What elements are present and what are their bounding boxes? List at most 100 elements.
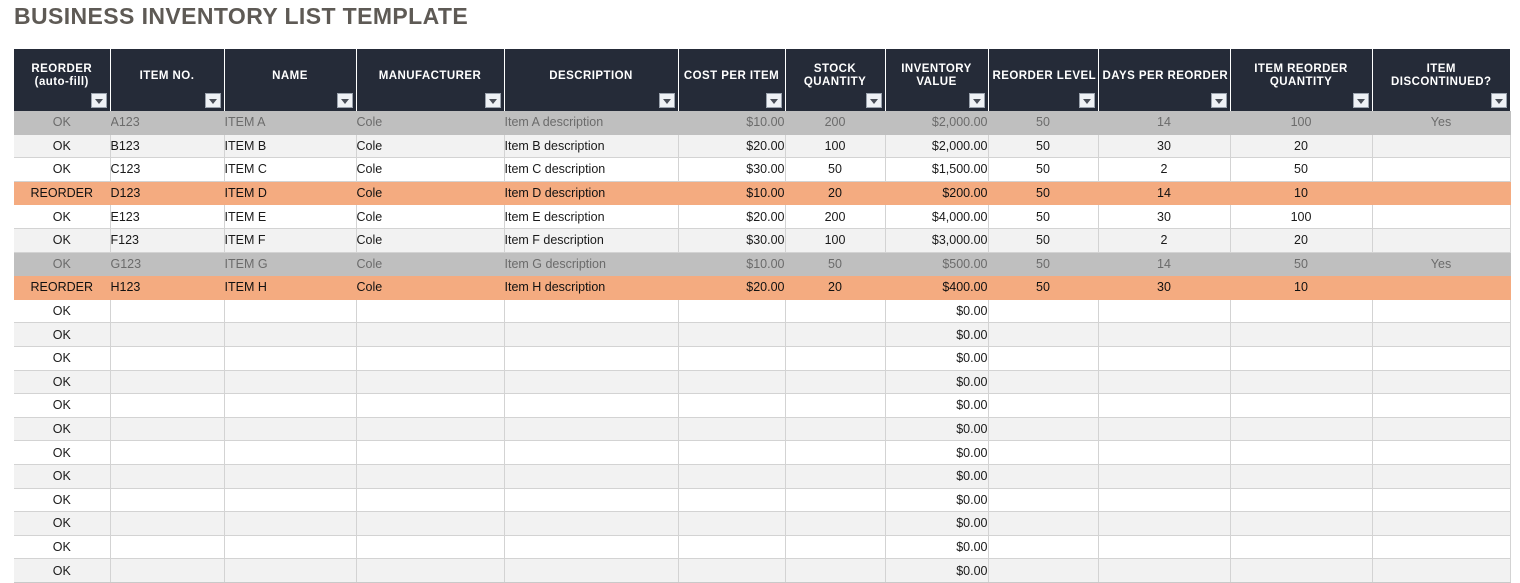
cell-name[interactable]: ITEM F bbox=[224, 228, 357, 253]
cell-description[interactable]: Item C description bbox=[504, 157, 679, 182]
cell-stock_quantity[interactable]: 50 bbox=[785, 157, 886, 182]
cell-inventory_value[interactable]: $3,000.00 bbox=[885, 228, 989, 253]
cell-item_reorder_quantity[interactable]: 50 bbox=[1230, 252, 1373, 277]
cell-cost_per_item[interactable] bbox=[678, 535, 786, 560]
cell-manufacturer[interactable] bbox=[356, 535, 505, 560]
cell-stock_quantity[interactable] bbox=[785, 488, 886, 513]
table-row[interactable]: OK $0.00 bbox=[14, 370, 1511, 395]
filter-dropdown-icon[interactable] bbox=[658, 93, 675, 108]
cell-cost_per_item[interactable] bbox=[678, 393, 786, 418]
filter-dropdown-icon[interactable] bbox=[336, 93, 353, 108]
table-row[interactable]: OK $0.00 bbox=[14, 535, 1511, 560]
table-row[interactable]: OK B123 ITEM B Cole Item B description $20.00… bbox=[14, 134, 1511, 159]
cell-reorder_level[interactable] bbox=[988, 299, 1099, 324]
cell-cost_per_item[interactable]: $10.00 bbox=[678, 252, 786, 277]
cell-stock_quantity[interactable] bbox=[785, 393, 886, 418]
cell-description[interactable]: Item D description bbox=[504, 181, 679, 206]
cell-description[interactable] bbox=[504, 440, 679, 465]
cell-item_discontinued[interactable] bbox=[1372, 228, 1511, 253]
cell-reorder[interactable]: OK bbox=[14, 346, 111, 371]
cell-name[interactable] bbox=[224, 299, 357, 324]
cell-item_discontinued[interactable] bbox=[1372, 393, 1511, 418]
cell-inventory_value[interactable]: $0.00 bbox=[885, 370, 989, 395]
cell-item_reorder_quantity[interactable] bbox=[1230, 488, 1373, 513]
cell-item_no[interactable] bbox=[110, 440, 225, 465]
cell-name[interactable] bbox=[224, 511, 357, 536]
cell-manufacturer[interactable] bbox=[356, 370, 505, 395]
cell-name[interactable]: ITEM B bbox=[224, 134, 357, 159]
cell-item_discontinued[interactable] bbox=[1372, 464, 1511, 489]
cell-reorder[interactable]: OK bbox=[14, 299, 111, 324]
cell-days_per_reorder[interactable]: 30 bbox=[1098, 134, 1231, 159]
cell-reorder_level[interactable]: 50 bbox=[988, 228, 1099, 253]
cell-item_no[interactable] bbox=[110, 511, 225, 536]
cell-item_reorder_quantity[interactable] bbox=[1230, 370, 1373, 395]
cell-item_no[interactable] bbox=[110, 346, 225, 371]
cell-days_per_reorder[interactable] bbox=[1098, 322, 1231, 347]
filter-dropdown-icon[interactable] bbox=[968, 93, 985, 108]
table-row[interactable]: OK $0.00 bbox=[14, 511, 1511, 536]
cell-item_no[interactable] bbox=[110, 535, 225, 560]
cell-manufacturer[interactable]: Cole bbox=[356, 157, 505, 182]
table-row[interactable]: OK $0.00 bbox=[14, 440, 1511, 465]
cell-manufacturer[interactable] bbox=[356, 558, 505, 583]
cell-item_no[interactable]: H123 bbox=[110, 275, 225, 300]
cell-item_reorder_quantity[interactable] bbox=[1230, 535, 1373, 560]
cell-inventory_value[interactable]: $0.00 bbox=[885, 322, 989, 347]
cell-stock_quantity[interactable] bbox=[785, 346, 886, 371]
filter-dropdown-icon[interactable] bbox=[484, 93, 501, 108]
cell-stock_quantity[interactable] bbox=[785, 464, 886, 489]
cell-item_no[interactable] bbox=[110, 488, 225, 513]
cell-item_reorder_quantity[interactable]: 50 bbox=[1230, 157, 1373, 182]
cell-days_per_reorder[interactable]: 2 bbox=[1098, 228, 1231, 253]
cell-description[interactable]: Item A description bbox=[504, 111, 679, 135]
cell-name[interactable]: ITEM E bbox=[224, 204, 357, 229]
table-row[interactable]: OK G123 ITEM G Cole Item G description $10.00… bbox=[14, 252, 1511, 277]
cell-cost_per_item[interactable] bbox=[678, 558, 786, 583]
cell-cost_per_item[interactable] bbox=[678, 464, 786, 489]
cell-item_reorder_quantity[interactable] bbox=[1230, 511, 1373, 536]
cell-reorder[interactable]: OK bbox=[14, 228, 111, 253]
cell-item_discontinued[interactable] bbox=[1372, 181, 1511, 206]
cell-stock_quantity[interactable]: 200 bbox=[785, 111, 886, 135]
cell-days_per_reorder[interactable]: 14 bbox=[1098, 111, 1231, 135]
cell-manufacturer[interactable]: Cole bbox=[356, 228, 505, 253]
cell-reorder_level[interactable]: 50 bbox=[988, 134, 1099, 159]
cell-item_no[interactable]: E123 bbox=[110, 204, 225, 229]
cell-days_per_reorder[interactable] bbox=[1098, 511, 1231, 536]
cell-description[interactable] bbox=[504, 393, 679, 418]
cell-stock_quantity[interactable] bbox=[785, 558, 886, 583]
cell-days_per_reorder[interactable]: 30 bbox=[1098, 204, 1231, 229]
cell-reorder_level[interactable]: 50 bbox=[988, 111, 1099, 135]
filter-dropdown-icon[interactable] bbox=[1078, 93, 1095, 108]
cell-manufacturer[interactable]: Cole bbox=[356, 111, 505, 135]
cell-cost_per_item[interactable]: $10.00 bbox=[678, 111, 786, 135]
cell-item_no[interactable] bbox=[110, 322, 225, 347]
cell-reorder[interactable]: REORDER bbox=[14, 181, 111, 206]
cell-reorder[interactable]: OK bbox=[14, 535, 111, 560]
cell-manufacturer[interactable]: Cole bbox=[356, 252, 505, 277]
cell-reorder[interactable]: OK bbox=[14, 252, 111, 277]
table-row[interactable]: OK E123 ITEM E Cole Item E description $20.00… bbox=[14, 204, 1511, 229]
cell-name[interactable] bbox=[224, 558, 357, 583]
cell-description[interactable]: Item B description bbox=[504, 134, 679, 159]
cell-stock_quantity[interactable] bbox=[785, 322, 886, 347]
cell-stock_quantity[interactable] bbox=[785, 440, 886, 465]
cell-item_discontinued[interactable] bbox=[1372, 346, 1511, 371]
cell-manufacturer[interactable] bbox=[356, 440, 505, 465]
cell-item_reorder_quantity[interactable]: 10 bbox=[1230, 181, 1373, 206]
cell-inventory_value[interactable]: $4,000.00 bbox=[885, 204, 989, 229]
cell-item_reorder_quantity[interactable]: 10 bbox=[1230, 275, 1373, 300]
cell-description[interactable] bbox=[504, 511, 679, 536]
cell-reorder[interactable]: OK bbox=[14, 558, 111, 583]
cell-cost_per_item[interactable] bbox=[678, 488, 786, 513]
cell-item_reorder_quantity[interactable]: 100 bbox=[1230, 111, 1373, 135]
table-row[interactable]: OK $0.00 bbox=[14, 488, 1511, 513]
cell-manufacturer[interactable] bbox=[356, 488, 505, 513]
cell-days_per_reorder[interactable] bbox=[1098, 488, 1231, 513]
cell-name[interactable] bbox=[224, 322, 357, 347]
cell-reorder_level[interactable] bbox=[988, 393, 1099, 418]
cell-item_discontinued[interactable] bbox=[1372, 299, 1511, 324]
filter-dropdown-icon[interactable] bbox=[1491, 93, 1507, 108]
cell-days_per_reorder[interactable] bbox=[1098, 393, 1231, 418]
